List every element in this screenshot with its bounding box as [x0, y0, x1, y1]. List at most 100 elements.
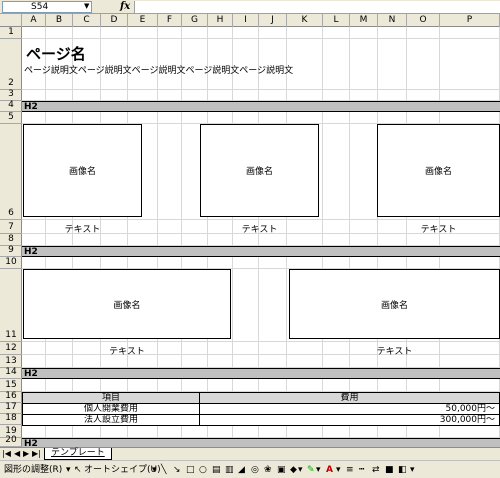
arrow-icon[interactable]: ↘	[173, 464, 181, 476]
chevron-down-icon[interactable]: ▾	[410, 464, 415, 476]
column-header[interactable]: B	[46, 14, 73, 27]
3d-style-icon[interactable]: ◧	[398, 464, 407, 476]
column-header[interactable]: M	[350, 14, 378, 27]
formula-input[interactable]	[134, 1, 500, 13]
column-header[interactable]: P	[440, 14, 500, 27]
draw-menu-button[interactable]: 図形の調整(R)	[4, 464, 62, 476]
chevron-down-icon[interactable]: ▾	[152, 464, 157, 476]
chevron-down-icon[interactable]: ▾	[298, 464, 303, 476]
next-sheet-icon[interactable]: ▶	[23, 449, 29, 458]
section-h2-label: H2	[24, 247, 38, 257]
image-placeholder[interactable]: 画像名	[23, 124, 142, 217]
chevron-down-icon[interactable]: ▼	[84, 2, 89, 10]
row-gridline	[22, 89, 500, 90]
select-objects-icon[interactable]: ↖	[74, 464, 82, 476]
picture-icon[interactable]: ▣	[277, 464, 286, 476]
column-headers: ABCDEFGHIJKLMNOP	[0, 14, 500, 27]
image-name: 画像名	[68, 167, 96, 177]
image-placeholder[interactable]: 画像名	[377, 124, 500, 217]
row-header[interactable]: 7	[0, 220, 22, 234]
column-header[interactable]: G	[182, 14, 208, 27]
dash-style-icon[interactable]: ┅	[359, 464, 364, 476]
column-gridline	[286, 27, 287, 447]
row-header[interactable]: 12	[0, 342, 22, 355]
column-header[interactable]: L	[323, 14, 350, 27]
wordart-icon[interactable]: ◢	[238, 464, 245, 476]
prev-sheet-icon[interactable]: ◀	[14, 449, 20, 458]
column-header[interactable]: I	[233, 14, 259, 27]
line-color-icon[interactable]: ✎	[307, 464, 315, 476]
image-name: 画像名	[113, 300, 141, 311]
diagram-icon[interactable]: ◎	[251, 464, 259, 476]
image-name: 画像名	[380, 300, 408, 311]
column-header[interactable]: K	[287, 14, 323, 27]
column-header[interactable]: F	[158, 14, 182, 27]
line-style-icon[interactable]: ≡	[346, 464, 354, 476]
image-placeholder[interactable]: 画像名	[289, 269, 500, 339]
column-header[interactable]: N	[378, 14, 407, 27]
rectangle-icon[interactable]: □	[186, 464, 195, 476]
column-header[interactable]: J	[259, 14, 287, 27]
chevron-down-icon[interactable]: ▾	[66, 464, 71, 476]
row-header[interactable]: 1	[0, 27, 22, 39]
arrow-style-icon[interactable]: ⇄	[372, 464, 380, 476]
fill-color-icon[interactable]: ◆	[290, 464, 297, 476]
row-gridline	[22, 219, 500, 220]
row-header[interactable]: 9	[0, 245, 22, 257]
image-name: 画像名	[424, 167, 452, 177]
column-header[interactable]: O	[407, 14, 440, 27]
column-header[interactable]: H	[208, 14, 233, 27]
image-placeholder[interactable]: 画像名	[200, 124, 319, 217]
font-color-icon[interactable]: A	[326, 464, 333, 476]
chevron-down-icon[interactable]: ▾	[316, 464, 321, 476]
row-header[interactable]: 6	[0, 124, 22, 220]
name-box[interactable]: S54	[2, 1, 92, 13]
first-sheet-icon[interactable]: |◀	[2, 449, 11, 458]
fx-icon[interactable]: fx	[120, 1, 130, 12]
table-cell-cost[interactable]: 300,000円〜	[199, 414, 500, 426]
section-h2: H2	[22, 101, 500, 112]
section-h2: H2	[22, 246, 500, 257]
column-header[interactable]: C	[73, 14, 101, 27]
column-gridline	[181, 27, 182, 447]
image-caption: テキスト	[376, 347, 413, 357]
clipart-icon[interactable]: ❀	[264, 464, 272, 476]
section-h2-label: H2	[24, 439, 38, 447]
row-header[interactable]: 5	[0, 112, 22, 124]
vertical-textbox-icon[interactable]: ▥	[225, 464, 234, 476]
oval-icon[interactable]: ○	[199, 464, 207, 476]
row-header[interactable]: 18	[0, 413, 22, 425]
row-header[interactable]: 20	[0, 435, 22, 447]
column-gridline	[322, 27, 323, 447]
sheet-tab-template[interactable]: テンプレート	[44, 448, 112, 460]
row-gridline	[22, 341, 500, 342]
row-header[interactable]: 14	[0, 367, 22, 379]
line-icon[interactable]: ╲	[161, 464, 166, 476]
sheet-grid[interactable]: ページ名 ページ説明文ページ説明文ページ説明文ページ説明文ページ説明文 H2 画…	[22, 27, 500, 447]
column-header[interactable]: A	[22, 14, 46, 27]
textbox-icon[interactable]: ▤	[212, 464, 221, 476]
row-header[interactable]: 4	[0, 100, 22, 112]
section-h2: H2	[22, 368, 500, 379]
section-h2-label: H2	[24, 369, 38, 379]
row-header[interactable]: 10	[0, 257, 22, 269]
column-gridline	[157, 27, 158, 447]
table-cell-item[interactable]: 法人設立費用	[22, 414, 200, 426]
image-placeholder[interactable]: 画像名	[23, 269, 231, 339]
select-all-corner[interactable]	[0, 14, 22, 27]
last-sheet-icon[interactable]: ▶|	[32, 449, 41, 458]
page-description: ページ説明文ページ説明文ページ説明文ページ説明文ページ説明文	[24, 66, 294, 76]
row-header[interactable]: 2	[0, 39, 22, 90]
column-header[interactable]: D	[101, 14, 128, 27]
image-caption: テキスト	[241, 225, 278, 235]
row-header[interactable]: 11	[0, 269, 22, 342]
shadow-style-icon[interactable]: ■	[385, 464, 394, 476]
column-gridline	[406, 27, 407, 447]
row-headers: 1 2 3 4 5 6 7 8 9 10 11 12 13 14 15 16 17 18 19 20	[0, 27, 22, 447]
formula-bar: S54 ▼ fx	[0, 0, 500, 14]
autoshape-menu-button[interactable]: オートシェイプ(U)	[84, 464, 161, 476]
chevron-down-icon[interactable]: ▾	[336, 464, 341, 476]
column-gridline	[258, 27, 259, 447]
column-header[interactable]: E	[128, 14, 158, 27]
column-gridline	[45, 27, 46, 447]
